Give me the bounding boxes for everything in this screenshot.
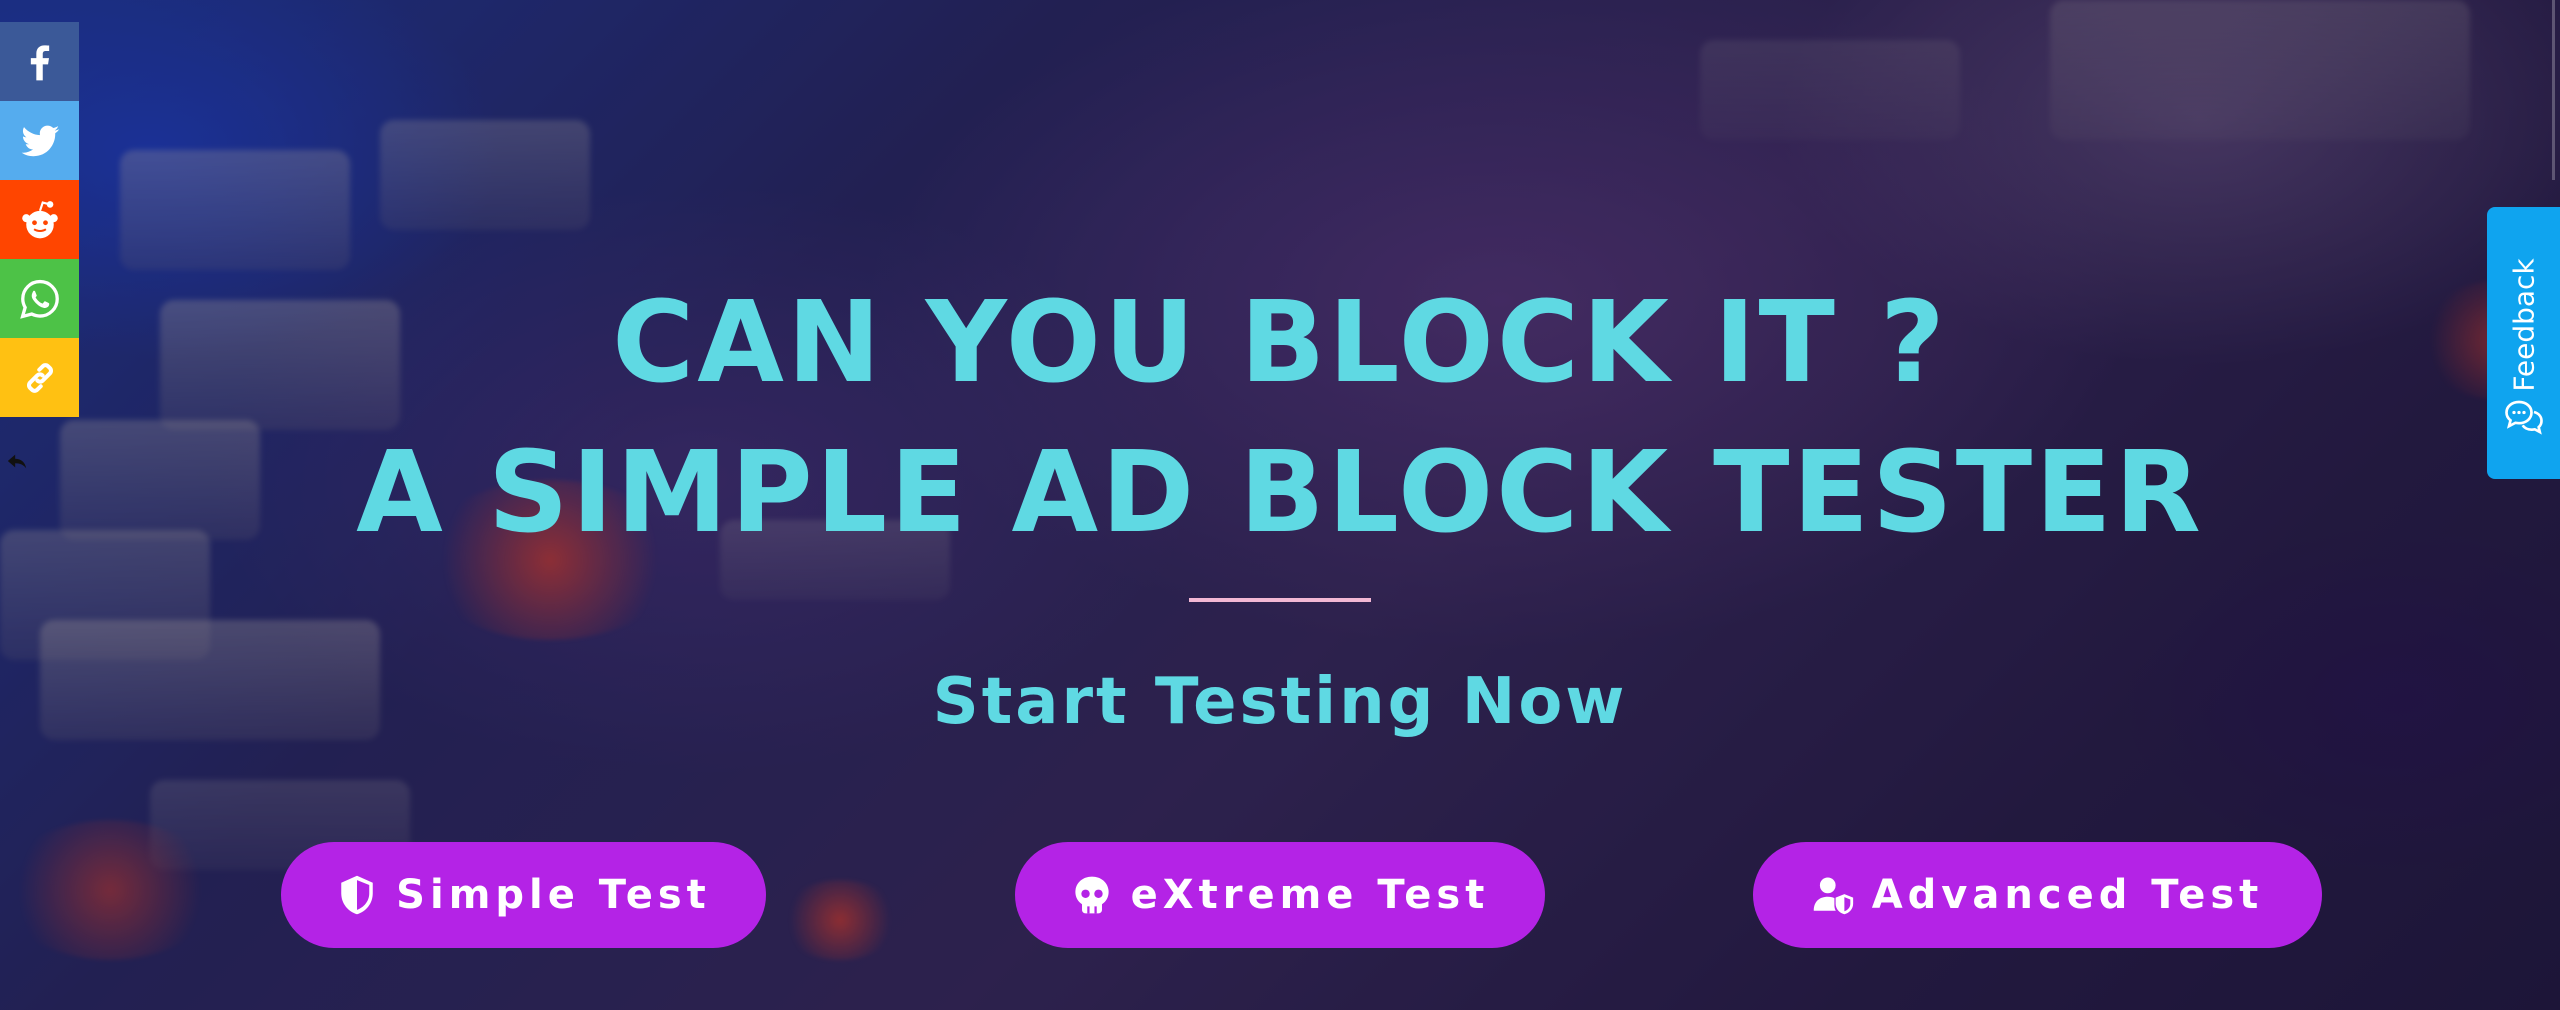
scroll-edge [2552,0,2555,180]
extreme-test-label: eXtreme Test [1130,872,1490,918]
advanced-test-label: Advanced Test [1871,872,2264,918]
skull-icon [1071,874,1113,916]
headline-line-2: A SIMPLE AD BLOCK TESTER [356,428,2204,558]
twitter-icon [21,125,59,156]
shield-icon [336,874,378,916]
share-whatsapp-button[interactable] [0,259,79,338]
whatsapp-icon [19,279,59,319]
user-shield-icon [1812,874,1854,916]
advanced-test-button[interactable]: Advanced Test [1753,842,2322,948]
social-share-bar [0,22,79,417]
copy-link-button[interactable] [0,338,79,417]
feedback-label: Feedback [2507,258,2540,392]
feedback-tab[interactable]: Feedback [2487,207,2560,479]
share-reddit-button[interactable] [0,180,79,259]
link-icon [26,362,53,393]
share-twitter-button[interactable] [0,101,79,180]
collapse-share-bar-icon[interactable] [6,450,28,472]
chat-bubbles-icon [2504,397,2544,437]
facebook-icon [30,44,49,80]
simple-test-label: Simple Test [396,872,711,918]
start-testing-heading: Start Testing Now [932,665,1628,739]
share-facebook-button[interactable] [0,22,79,101]
reddit-icon [21,200,58,238]
simple-test-button[interactable]: Simple Test [281,842,766,948]
extreme-test-button[interactable]: eXtreme Test [1015,842,1545,948]
headline-line-1: CAN YOU BLOCK IT ? [612,278,1948,408]
divider [1189,598,1371,602]
